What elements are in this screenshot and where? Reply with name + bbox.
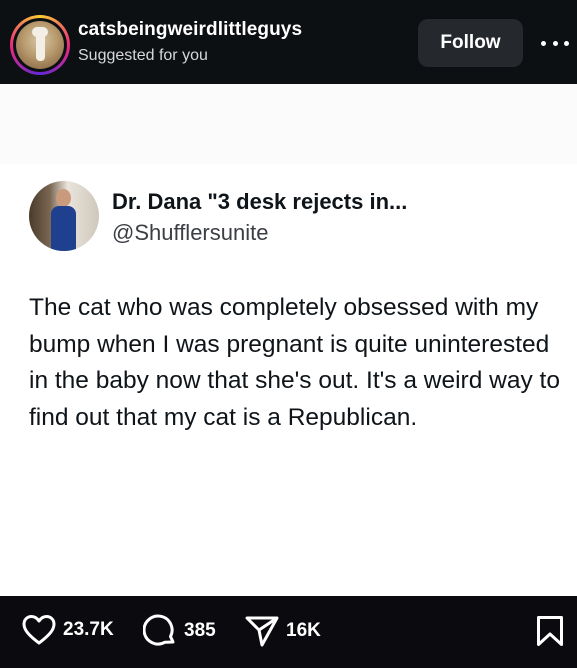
save-button[interactable] (536, 615, 564, 652)
more-options-icon[interactable] (541, 36, 569, 50)
comment-button[interactable]: 385 (143, 614, 216, 648)
post-header: catsbeingweirdlittleguys Suggested for y… (0, 0, 577, 84)
share-count: 16K (286, 620, 321, 641)
post-image[interactable]: Dr. Dana "3 desk rejects in... @Shuffler… (0, 84, 577, 596)
tweet-author-avatar (29, 181, 99, 251)
heart-icon (22, 615, 56, 645)
suggested-label: Suggested for you (78, 47, 208, 64)
follow-button[interactable]: Follow (418, 19, 523, 67)
comment-bubble-icon (143, 614, 175, 646)
tweet-author-handle: @Shufflersunite (112, 220, 269, 245)
like-button[interactable]: 23.7K (22, 614, 114, 646)
tweet-author-name: Dr. Dana "3 desk rejects in... (112, 189, 408, 214)
bookmark-icon (537, 616, 563, 646)
comment-count: 385 (184, 620, 216, 641)
action-bar: 23.7K 385 16K (0, 596, 577, 668)
profile-photo (16, 21, 64, 69)
share-button[interactable]: 16K (245, 614, 321, 648)
profile-avatar[interactable] (10, 15, 70, 75)
tweet-text: The cat who was completely obsessed with… (29, 294, 560, 431)
paper-plane-icon (245, 616, 279, 647)
like-count: 23.7K (63, 619, 114, 640)
account-username[interactable]: catsbeingweirdlittleguys (78, 19, 302, 41)
